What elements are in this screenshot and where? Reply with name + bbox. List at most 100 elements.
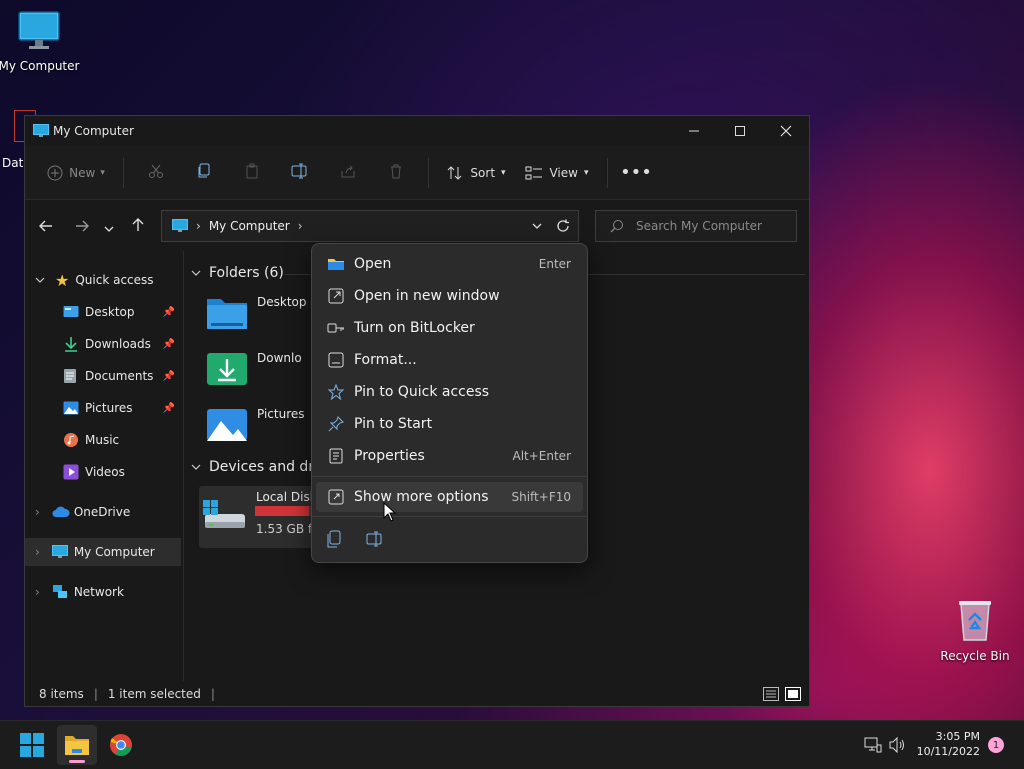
menu-item-shortcut: Shift+F10 [511,490,571,504]
document-icon [63,368,77,384]
notification-badge[interactable]: 1 [988,737,1004,753]
sidebar-item-label: Videos [85,465,125,479]
desktop-folder-icon [63,305,79,319]
chevron-down-icon [191,464,201,470]
paste-button[interactable] [228,155,276,191]
menu-item-label: Pin to Start [354,416,433,432]
new-button[interactable]: New ▾ [37,155,115,191]
monitor-icon [51,545,68,559]
search-box[interactable]: Search My Computer [595,210,797,242]
scissors-icon [148,163,164,182]
volume-icon[interactable] [889,737,907,753]
desktop-folder-icon [205,295,249,331]
sidebar-item-label: Documents [85,369,154,383]
menu-item-open[interactable]: Open Enter [316,249,583,279]
arrow-up-icon [132,217,144,236]
sidebar-item-onedrive[interactable]: › OneDrive [25,498,181,526]
menu-item-open-new-window[interactable]: Open in new window [316,281,583,311]
taskbar-app-file-explorer[interactable] [57,725,97,765]
sort-button[interactable]: Sort ▾ [437,155,515,191]
sidebar-item-music[interactable]: Music [25,426,181,454]
maximize-button[interactable] [717,116,763,146]
share-button[interactable] [324,155,372,191]
devices-group-header[interactable]: Devices and drives [191,459,329,475]
clock-date: 10/11/2022 [916,745,980,758]
rename-button[interactable] [276,155,324,191]
sidebar-item-network[interactable]: › Network [25,578,181,606]
folder-item[interactable]: Pictures [205,407,305,443]
cut-button[interactable] [132,155,180,191]
tiles-view-button[interactable] [785,687,801,701]
sidebar-item-videos[interactable]: Videos [25,458,181,486]
pin-icon: 📌 [162,306,175,318]
sidebar-item-pictures[interactable]: Pictures 📌 [25,394,181,422]
toolbar-divider [428,157,429,188]
drive-item-local-disk[interactable]: Local Disk 1.53 GB free [199,486,329,548]
sidebar-item-downloads[interactable]: Downloads 📌 [25,330,181,358]
show-more-icon [326,489,346,505]
copy-icon [196,163,212,182]
sidebar-item-my-computer[interactable]: › My Computer [25,538,181,566]
recent-locations-button[interactable] [97,211,121,241]
pin-icon: 📌 [162,402,175,414]
menu-divider [312,516,587,517]
refresh-button[interactable] [556,219,570,233]
search-input[interactable]: Search My Computer [636,219,762,233]
folder-item[interactable]: Downloads [205,351,301,387]
rename-icon [291,163,309,182]
open-new-window-icon [326,288,346,304]
menu-item-properties[interactable]: Properties Alt+Enter [316,441,583,471]
desktop-icon-recycle-bin[interactable]: Recycle Bin [930,598,1020,663]
address-bar[interactable]: › My Computer › [161,210,579,242]
menu-item-pin-start[interactable]: Pin to Start [316,409,583,439]
sidebar-item-label: My Computer [73,545,155,559]
more-options-button[interactable]: ••• [616,155,656,191]
mouse-cursor-icon [383,502,397,522]
properties-icon [326,448,346,464]
minimize-button[interactable] [671,116,717,146]
breadcrumb[interactable]: My Computer [209,219,290,233]
sidebar-item-documents[interactable]: Documents 📌 [25,362,181,390]
copy-button[interactable] [180,155,228,191]
desktop-icon-label: Data [2,156,24,170]
menu-divider [312,476,587,477]
address-dropdown-button[interactable] [532,223,542,229]
details-view-button[interactable] [763,687,779,701]
sidebar-item-label: Quick access [75,273,154,287]
folders-group-header[interactable]: Folders (6) [191,265,805,281]
downloads-folder-icon [205,351,249,387]
sort-label: Sort [470,165,496,180]
view-button[interactable]: View ▾ [515,155,599,191]
delete-button[interactable] [372,155,420,191]
taskbar-app-chrome[interactable] [101,725,141,765]
start-button[interactable] [12,725,52,765]
back-button[interactable] [31,211,61,241]
sidebar-item-quick-access[interactable]: ★ Quick access [25,266,181,294]
desktop-icon-my-computer[interactable]: My Computer [0,10,84,73]
menu-item-label: Open [354,256,392,272]
menu-item-label: Turn on BitLocker [354,320,475,336]
menu-item-pin-quick-access[interactable]: Pin to Quick access [316,377,583,407]
menu-item-bitlocker[interactable]: Turn on BitLocker [316,313,583,343]
forward-button[interactable] [67,211,97,241]
menu-item-show-more-options[interactable]: Show more options Shift+F10 [316,482,583,512]
status-divider: | [210,687,215,701]
trash-icon [388,163,404,182]
monitor-icon [172,219,188,233]
copy-button[interactable] [326,530,342,548]
drive-usage-fill [255,506,309,516]
title-bar[interactable]: My Computer [25,116,809,146]
network-status-icon[interactable] [864,737,882,753]
key-icon [326,321,346,335]
clock[interactable]: 3:05 PM 10/11/2022 [916,729,980,759]
up-button[interactable] [123,211,153,241]
menu-item-format[interactable]: Format... [316,345,583,375]
folder-item[interactable]: Desktop [205,295,307,331]
windows-drive-icon [203,500,247,532]
close-button[interactable] [763,116,809,146]
sidebar-item-desktop[interactable]: Desktop 📌 [25,298,181,326]
rename-button[interactable] [366,531,384,547]
desktop-icon-label: Recycle Bin [940,649,1010,663]
sidebar-item-label: OneDrive [73,505,131,519]
share-icon [340,163,356,182]
